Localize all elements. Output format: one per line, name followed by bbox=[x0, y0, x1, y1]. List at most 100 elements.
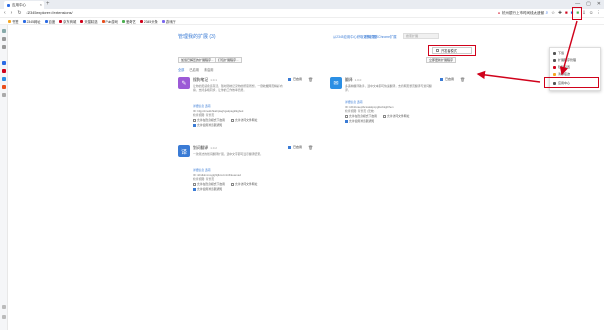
trash-icon[interactable]: 🗑 bbox=[308, 145, 313, 150]
bookmark-item[interactable]: 百度 bbox=[44, 19, 55, 24]
enable-checkbox[interactable] bbox=[288, 145, 291, 149]
hot-icon: ● bbox=[497, 11, 500, 15]
filter-disabled[interactable]: 未启用 bbox=[204, 67, 214, 72]
extension4-icon[interactable]: ⇩ bbox=[582, 10, 586, 16]
enable-toggle[interactable]: 已启用 bbox=[288, 77, 302, 81]
sidebar-app-blue2-icon[interactable] bbox=[2, 77, 6, 81]
option-checkbox[interactable] bbox=[193, 123, 196, 127]
url-field[interactable]: 2345explorer://extensions/ bbox=[28, 11, 73, 15]
options-link[interactable]: 选项 bbox=[205, 168, 211, 172]
tab-active[interactable]: 应用中心 × bbox=[4, 1, 44, 9]
enable-checkbox[interactable] bbox=[440, 77, 443, 81]
notification-option[interactable]: 允许使用浏览器通知 bbox=[345, 119, 374, 123]
details-link[interactable]: 详细信息 bbox=[193, 104, 204, 108]
sidebar-history-icon[interactable] bbox=[2, 37, 6, 41]
tab-bar: 应用中心 × + — ▢ ✕ bbox=[0, 0, 604, 9]
option-label: 允许在隐身模式下启用 bbox=[197, 118, 225, 122]
privacy-icon bbox=[553, 65, 556, 69]
sidebar-settings-icon[interactable] bbox=[2, 305, 6, 309]
filter-all[interactable]: 全部 bbox=[178, 67, 184, 72]
incognito-option[interactable]: 允许在隐身模式下启用 bbox=[345, 114, 377, 118]
star-icon[interactable]: ☆ bbox=[551, 10, 555, 16]
load-unpacked-button[interactable]: 加载已解压的扩展程序... bbox=[178, 57, 217, 63]
maximize-button[interactable]: ▢ bbox=[586, 1, 591, 7]
notification-option[interactable]: 允许使用浏览器通知 bbox=[193, 123, 222, 127]
bookmarks-bar: 书签 2345网址 百度 京东商城 天猫精选 Pub游戏 爱奇艺 2345头条 … bbox=[0, 18, 604, 25]
new-tab-button[interactable]: + bbox=[46, 1, 50, 7]
sidebar-app-red2-icon[interactable] bbox=[2, 85, 6, 89]
search-icon[interactable]: ⌕ bbox=[546, 10, 549, 16]
file-access-option[interactable]: 允许访问文件网址 bbox=[382, 114, 410, 118]
puzzle-icon[interactable]: ✚ bbox=[558, 10, 562, 16]
sidebar-more-icon[interactable] bbox=[2, 315, 6, 319]
bookmark-item[interactable]: 天猫精选 bbox=[80, 19, 98, 24]
enable-toggle[interactable]: 已启用 bbox=[440, 77, 454, 81]
search-input[interactable]: 搜索扩展 bbox=[403, 33, 439, 39]
extension-name-text: 划词翻译 bbox=[193, 146, 209, 150]
download-icon bbox=[553, 51, 556, 55]
hot-search[interactable]: ● 杭州银行上市时间线太遗憾 bbox=[498, 11, 544, 16]
menu-item-extensions[interactable]: 扩展程序管理 bbox=[553, 58, 576, 62]
sidebar-star-icon[interactable] bbox=[2, 29, 6, 33]
bookmark-item[interactable]: 书签 bbox=[8, 19, 19, 24]
extension-name-text: 搜狗笔记 bbox=[193, 78, 209, 82]
incognito-option[interactable]: 允许在隐身模式下启用 bbox=[193, 118, 225, 122]
inspect-views[interactable]: 检查视图: 背景页 bbox=[193, 177, 214, 181]
option-checkbox[interactable] bbox=[382, 114, 386, 118]
sidebar-download-icon[interactable] bbox=[2, 45, 6, 49]
update-extensions-button[interactable]: 立即更新扩展程序 bbox=[426, 57, 457, 63]
option-label: 允许访问文件网址 bbox=[234, 182, 258, 186]
sidebar-app-gray-icon[interactable] bbox=[2, 93, 6, 97]
option-label: 允许访问文件网址 bbox=[386, 114, 410, 118]
menu-item-download[interactable]: 下载 bbox=[553, 51, 564, 55]
tab-close-icon[interactable]: × bbox=[40, 2, 42, 7]
incognito-option[interactable]: 允许在隐身模式下启用 bbox=[193, 182, 225, 186]
details-link[interactable]: 详细信息 bbox=[345, 100, 356, 104]
bookmark-item[interactable]: 2345头条 bbox=[139, 19, 158, 24]
bookmark-item[interactable]: Pub游戏 bbox=[101, 19, 118, 24]
option-checkbox[interactable] bbox=[193, 118, 196, 122]
menu-icon[interactable]: ⋮ bbox=[597, 10, 602, 16]
trash-icon[interactable]: 🗑 bbox=[460, 77, 465, 82]
bookmark-item[interactable]: 爱奇艺 bbox=[121, 19, 136, 24]
sidebar-app-red-icon[interactable] bbox=[2, 69, 6, 73]
extension-links: 详细信息 选项 bbox=[193, 168, 211, 172]
back-icon[interactable]: ‹ bbox=[4, 10, 6, 16]
inspect-views[interactable]: 检查视图: 背景页 bbox=[193, 113, 214, 117]
option-checkbox[interactable] bbox=[193, 187, 196, 191]
get-chrome-link[interactable]: 获取更多Chrome扩展 bbox=[365, 34, 397, 39]
nav-buttons: ‹ › ↻ ⌂ bbox=[4, 10, 30, 16]
menu-item-clear[interactable]: 清除痕迹 bbox=[553, 72, 570, 76]
details-link[interactable]: 详细信息 bbox=[193, 168, 204, 172]
bookmark-item[interactable]: 游戏厅 bbox=[161, 19, 176, 24]
enable-label: 已启用 bbox=[293, 145, 303, 149]
option-checkbox[interactable] bbox=[193, 182, 196, 186]
file-access-option[interactable]: 允许访问文件网址 bbox=[230, 118, 257, 122]
notification-option[interactable]: 允许使用浏览器通知 bbox=[193, 187, 222, 191]
close-window-button[interactable]: ✕ bbox=[597, 1, 601, 7]
option-checkbox[interactable] bbox=[230, 118, 234, 122]
forward-icon[interactable]: › bbox=[11, 10, 13, 16]
sidebar-app-blue-icon[interactable] bbox=[2, 61, 6, 65]
extension-icon[interactable]: ■ bbox=[565, 10, 568, 16]
extensions-page: 管理我的扩展 (3) 从2345应用中心获取更多扩展 获取更多Chrome扩展 … bbox=[8, 25, 604, 330]
inspect-views[interactable]: 检查视图: 背景页 (无效) bbox=[345, 109, 374, 113]
enable-toggle[interactable]: 已启用 bbox=[288, 145, 302, 149]
pack-extension-button[interactable]: 打包扩展程序... bbox=[215, 57, 242, 63]
option-checkbox[interactable] bbox=[345, 114, 348, 118]
enable-checkbox[interactable] bbox=[288, 77, 291, 81]
filter-enabled[interactable]: 已启用 bbox=[189, 67, 199, 72]
reload-icon[interactable]: ↻ bbox=[17, 10, 21, 16]
highlight-dev-mode bbox=[428, 45, 476, 56]
user-icon[interactable]: ☺ bbox=[589, 10, 594, 16]
options-link[interactable]: 选项 bbox=[205, 104, 211, 108]
menu-item-privacy[interactable]: 隐私设置 bbox=[553, 65, 570, 69]
bookmark-item[interactable]: 京东商城 bbox=[59, 19, 76, 24]
option-checkbox[interactable] bbox=[230, 182, 234, 186]
filter-tabs: 全部 已启用 未启用 bbox=[178, 67, 214, 72]
trash-icon[interactable]: 🗑 bbox=[308, 77, 313, 82]
options-link[interactable]: 选项 bbox=[357, 100, 363, 104]
file-access-option[interactable]: 允许访问文件网址 bbox=[230, 182, 258, 186]
bookmark-item[interactable]: 2345网址 bbox=[22, 19, 41, 24]
option-checkbox[interactable] bbox=[345, 119, 348, 123]
